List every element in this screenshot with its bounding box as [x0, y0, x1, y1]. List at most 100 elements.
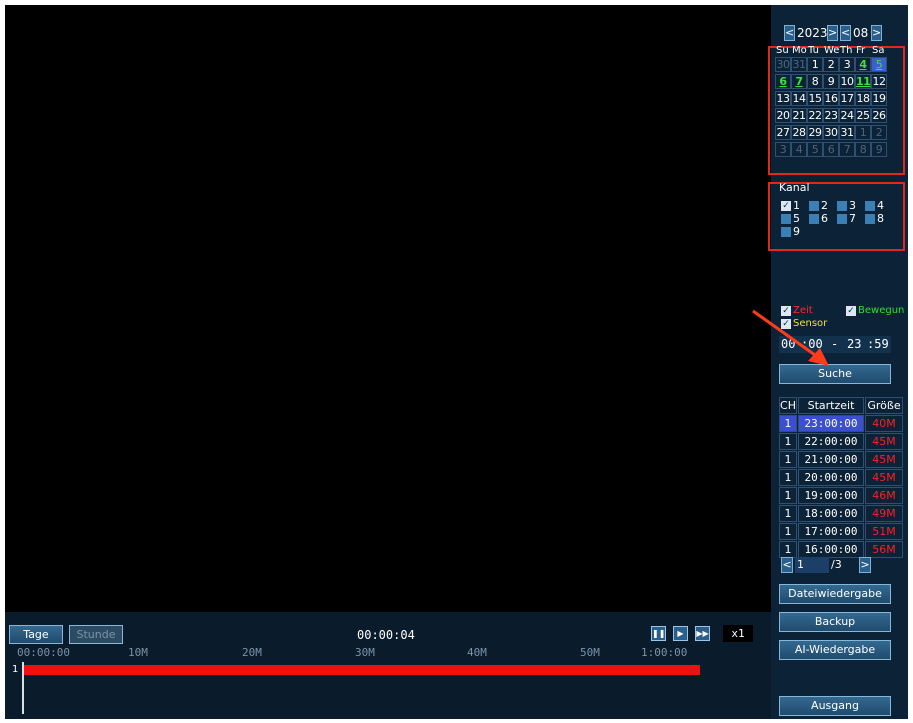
prev-page-button[interactable]: <: [781, 557, 793, 573]
dateiwiedergabe-button[interactable]: Dateiwiedergabe: [779, 584, 891, 604]
table-row[interactable]: 1 23:00:00 40M: [779, 415, 903, 432]
ai-wiedergabe-button[interactable]: AI-Wiedergabe: [779, 640, 891, 660]
calendar-day[interactable]: 3: [775, 142, 791, 157]
calendar-day[interactable]: 29: [807, 125, 823, 140]
table-row[interactable]: 1 22:00:00 45M: [779, 433, 903, 450]
dvr-playback-window: < 2023 > < 08 > Su Mo Tu We Th Fr Sa 30 31 1 2 3 4 5…: [5, 5, 908, 719]
calendar-day[interactable]: 18: [855, 91, 871, 106]
calendar-day[interactable]: 5: [871, 57, 887, 72]
calendar-day[interactable]: 8: [855, 142, 871, 157]
calendar-day[interactable]: 3: [839, 57, 855, 72]
channel-8-checkbox[interactable]: [865, 214, 875, 224]
channel-4-label: 4: [877, 199, 884, 212]
table-row[interactable]: 1 18:00:00 49M: [779, 505, 903, 522]
calendar-day[interactable]: 8: [807, 74, 823, 89]
calendar-day[interactable]: 7: [839, 142, 855, 157]
table-row[interactable]: 1 17:00:00 51M: [779, 523, 903, 540]
calendar-day[interactable]: 20: [775, 108, 791, 123]
timeline-tick-label: 50M: [580, 646, 600, 659]
table-header-2[interactable]: Größe: [865, 397, 903, 414]
table-cell-ch: 1: [779, 505, 797, 522]
channel-5-label: 5: [793, 212, 800, 225]
sensor-checkbox[interactable]: ✓: [781, 319, 791, 329]
next-year-button[interactable]: >: [827, 25, 838, 41]
weekday-fr: Fr: [856, 45, 866, 56]
pause-button[interactable]: ❚❚: [651, 626, 666, 641]
tage-button[interactable]: Tage: [9, 625, 63, 644]
timeline-tick-label: 20M: [242, 646, 262, 659]
prev-month-button[interactable]: <: [840, 25, 851, 41]
play-button[interactable]: ▶: [673, 626, 688, 641]
stunde-button[interactable]: Stunde: [69, 625, 123, 644]
channel-4-checkbox[interactable]: [865, 201, 875, 211]
calendar-day[interactable]: 17: [839, 91, 855, 106]
calendar-day[interactable]: 10: [839, 74, 855, 89]
calendar-day[interactable]: 9: [871, 142, 887, 157]
calendar-day[interactable]: 21: [791, 108, 807, 123]
calendar-day[interactable]: 19: [871, 91, 887, 106]
channel-7-checkbox[interactable]: [837, 214, 847, 224]
table-row[interactable]: 1 19:00:00 46M: [779, 487, 903, 504]
zeit-checkbox[interactable]: ✓: [781, 306, 791, 316]
start-minute[interactable]: :00: [801, 336, 823, 353]
calendar-day[interactable]: 25: [855, 108, 871, 123]
table-cell-ch: 1: [779, 451, 797, 468]
next-month-button[interactable]: >: [871, 25, 882, 41]
channel-3-checkbox[interactable]: [837, 201, 847, 211]
calendar-day[interactable]: 1: [855, 125, 871, 140]
calendar-day[interactable]: 11: [855, 74, 871, 89]
table-header-0[interactable]: CH: [779, 397, 797, 414]
timeline-track[interactable]: [22, 665, 700, 675]
weekday-mo: Mo: [792, 45, 807, 56]
channel-8-label: 8: [877, 212, 884, 225]
calendar-day[interactable]: 4: [855, 57, 871, 72]
calendar-day[interactable]: 26: [871, 108, 887, 123]
calendar-day[interactable]: 30: [775, 57, 791, 72]
calendar-day[interactable]: 1: [807, 57, 823, 72]
suche-button[interactable]: Suche: [779, 364, 891, 384]
playhead[interactable]: [22, 662, 24, 714]
calendar-day[interactable]: 9: [823, 74, 839, 89]
page-input[interactable]: 1: [795, 557, 829, 573]
prev-year-button[interactable]: <: [784, 25, 795, 41]
calendar-day[interactable]: 4: [791, 142, 807, 157]
calendar-day[interactable]: 22: [807, 108, 823, 123]
backup-button[interactable]: Backup: [779, 612, 891, 632]
start-hour[interactable]: 00: [781, 336, 795, 353]
channel-2-checkbox[interactable]: [809, 201, 819, 211]
calendar-day[interactable]: 15: [807, 91, 823, 106]
next-page-button[interactable]: >: [859, 557, 871, 573]
bewegung-checkbox[interactable]: ✓: [846, 306, 856, 316]
calendar-day[interactable]: 14: [791, 91, 807, 106]
table-row[interactable]: 1 16:00:00 56M: [779, 541, 903, 558]
ausgang-button[interactable]: Ausgang: [779, 696, 891, 716]
calendar-day[interactable]: 6: [823, 142, 839, 157]
calendar-day[interactable]: 2: [823, 57, 839, 72]
calendar-day[interactable]: 23: [823, 108, 839, 123]
channel-6-checkbox[interactable]: [809, 214, 819, 224]
calendar-day[interactable]: 31: [839, 125, 855, 140]
time-range-field[interactable]: 00 :00 - 23 :59: [779, 336, 891, 353]
calendar-day[interactable]: 28: [791, 125, 807, 140]
calendar-day[interactable]: 12: [871, 74, 887, 89]
table-row[interactable]: 1 20:00:00 45M: [779, 469, 903, 486]
calendar-day[interactable]: 30: [823, 125, 839, 140]
end-hour[interactable]: 23: [847, 336, 861, 353]
zeit-label: Zeit: [793, 305, 813, 316]
channel-5-checkbox[interactable]: [781, 214, 791, 224]
calendar-day[interactable]: 2: [871, 125, 887, 140]
calendar-day[interactable]: 7: [791, 74, 807, 89]
channel-1-checkbox[interactable]: ✓: [781, 201, 791, 211]
channel-9-checkbox[interactable]: [781, 227, 791, 237]
fast-forward-button[interactable]: ▶▶: [695, 626, 710, 641]
calendar-day[interactable]: 31: [791, 57, 807, 72]
table-row[interactable]: 1 21:00:00 45M: [779, 451, 903, 468]
calendar-day[interactable]: 6: [775, 74, 791, 89]
calendar-day[interactable]: 27: [775, 125, 791, 140]
calendar-day[interactable]: 24: [839, 108, 855, 123]
calendar-day[interactable]: 16: [823, 91, 839, 106]
calendar-day[interactable]: 5: [807, 142, 823, 157]
table-header-1[interactable]: Startzeit: [798, 397, 864, 414]
end-minute[interactable]: :59: [867, 336, 889, 353]
calendar-day[interactable]: 13: [775, 91, 791, 106]
